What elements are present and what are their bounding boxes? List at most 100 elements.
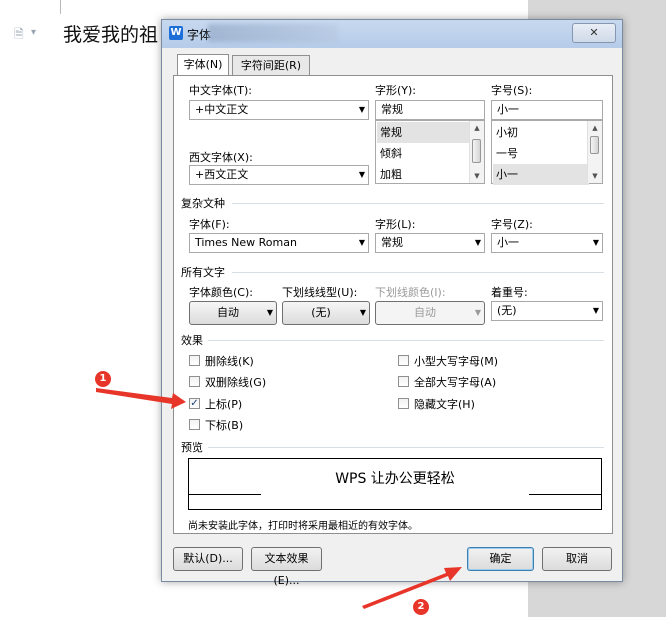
close-button[interactable]: ✕ — [572, 23, 616, 43]
preview-section-title: 预览 — [181, 441, 203, 454]
font-size-label: 字号(S): — [491, 84, 533, 97]
preview-baseline-left — [189, 494, 261, 495]
complex-size-value: 小一 — [497, 236, 519, 249]
font-color-label: 字体颜色(C): — [189, 286, 253, 299]
chevron-down-icon: ▼ — [474, 238, 481, 247]
font-size-input[interactable]: 小一 — [491, 100, 603, 120]
superscript-label[interactable]: 上标(P) — [205, 396, 242, 412]
font-color-value: 自动 — [217, 306, 239, 319]
all-caps-label[interactable]: 全部大写字母(A) — [414, 374, 496, 390]
cancel-button[interactable]: 取消 — [542, 547, 612, 571]
preview-note: 尚未安装此字体，打印时将采用最相近的有效字体。 — [188, 521, 418, 532]
complex-style-value: 常规 — [381, 236, 403, 249]
complex-size-select[interactable]: 小一 ▼ — [491, 233, 603, 253]
complex-size-label: 字号(Z): — [491, 218, 533, 231]
scroll-down-icon[interactable]: ▼ — [470, 169, 484, 183]
font-style-scrollbar[interactable]: ▲ ▼ — [469, 121, 484, 183]
chevron-down-icon: ▼ — [358, 105, 365, 114]
list-item[interactable]: 小初 — [493, 122, 589, 143]
underline-style-value: (无) — [311, 306, 331, 319]
complex-font-value: Times New Roman — [195, 236, 297, 249]
default-button[interactable]: 默认(D)... — [173, 547, 243, 571]
list-item[interactable]: 加粗 — [377, 164, 471, 185]
emphasis-select[interactable]: (无) ▼ — [491, 301, 603, 321]
scroll-thumb[interactable] — [590, 136, 599, 154]
preview-text: WPS 让办公更轻松 — [335, 471, 455, 487]
subscript-checkbox[interactable] — [189, 419, 200, 430]
emphasis-label: 着重号: — [491, 286, 528, 299]
section-divider — [232, 203, 604, 204]
document-icon[interactable]: 🗎 — [14, 27, 28, 41]
wps-logo-icon: W — [169, 26, 183, 40]
western-font-select[interactable]: +西文正文 ▼ — [189, 165, 369, 185]
section-divider — [232, 272, 604, 273]
small-caps-checkbox[interactable] — [398, 355, 409, 366]
chevron-down-icon: ▼ — [592, 238, 599, 247]
list-item[interactable]: 常规 — [377, 122, 471, 143]
scroll-up-icon[interactable]: ▲ — [588, 121, 602, 135]
section-divider — [208, 447, 604, 448]
hidden-text-checkbox[interactable] — [398, 398, 409, 409]
western-font-value: +西文正文 — [195, 168, 249, 181]
underline-color-label: 下划线颜色(I): — [375, 286, 446, 299]
scroll-up-icon[interactable]: ▲ — [470, 121, 484, 135]
ok-button[interactable]: 确定 — [467, 547, 534, 571]
tab-character-spacing[interactable]: 字符间距(R) — [232, 55, 310, 75]
double-strikethrough-label[interactable]: 双删除线(G) — [205, 374, 266, 390]
hidden-text-label[interactable]: 隐藏文字(H) — [414, 396, 475, 412]
chevron-down-icon: ▼ — [592, 306, 599, 315]
effects-section-title: 效果 — [181, 334, 203, 347]
scroll-thumb[interactable] — [472, 139, 481, 163]
preview-box: WPS 让办公更轻松 — [188, 458, 602, 510]
chevron-down-icon: ▼ — [358, 170, 365, 179]
small-caps-label[interactable]: 小型大写字母(M) — [414, 353, 498, 369]
font-color-select[interactable]: 自动 ▼ — [189, 301, 277, 325]
chevron-down-icon: ▼ — [358, 238, 365, 247]
underline-color-value: 自动 — [414, 306, 436, 319]
tab-font[interactable]: 字体(N) — [177, 54, 229, 76]
font-size-list[interactable]: 小初 一号 小一 ▲ ▼ — [491, 120, 603, 185]
chevron-down-icon: ▼ — [266, 308, 273, 317]
double-strikethrough-checkbox[interactable] — [189, 376, 200, 387]
annotation-marker-1: 1 — [95, 371, 111, 387]
section-divider — [208, 340, 604, 341]
annotation-marker-2: 2 — [413, 599, 429, 615]
chevron-down-icon: ▼ — [474, 308, 481, 317]
chevron-down-icon: ▼ — [359, 308, 366, 317]
font-style-label: 字形(Y): — [375, 84, 417, 97]
western-font-label: 西文字体(X): — [189, 151, 253, 164]
font-style-input[interactable]: 常规 — [375, 100, 485, 120]
subscript-label[interactable]: 下标(B) — [205, 417, 243, 433]
complex-font-label: 字体(F): — [189, 218, 230, 231]
underline-color-select: 自动 ▼ — [375, 301, 485, 325]
complex-style-label: 字形(L): — [375, 218, 416, 231]
underline-style-label: 下划线线型(U): — [282, 286, 358, 299]
complex-section-title: 复杂文种 — [181, 197, 225, 210]
list-item[interactable]: 小一 — [493, 164, 589, 185]
font-style-list[interactable]: 常规 倾斜 加粗 ▲ ▼ — [375, 120, 485, 184]
emphasis-value: (无) — [497, 304, 517, 317]
underline-style-select[interactable]: (无) ▼ — [282, 301, 370, 325]
document-margin-line — [60, 0, 61, 14]
strikethrough-checkbox[interactable] — [189, 355, 200, 366]
dialog-title-bar[interactable]: W 字体 ✕ — [162, 20, 622, 48]
all-caps-checkbox[interactable] — [398, 376, 409, 387]
list-item[interactable]: 一号 — [493, 143, 589, 164]
font-size-scrollbar[interactable]: ▲ ▼ — [587, 121, 602, 183]
document-text: 我爱我的祖 — [63, 24, 159, 46]
superscript-checkbox[interactable]: ✓ — [189, 398, 200, 409]
chinese-font-label: 中文字体(T): — [189, 84, 253, 97]
preview-baseline-right — [529, 494, 601, 495]
chevron-down-icon[interactable]: ▾ — [31, 27, 36, 38]
blurred-title-region — [208, 24, 338, 42]
chinese-font-value: +中文正文 — [195, 103, 249, 116]
list-item[interactable]: 倾斜 — [377, 143, 471, 164]
text-effect-button[interactable]: 文本效果(E)... — [251, 547, 322, 587]
strikethrough-label[interactable]: 删除线(K) — [205, 353, 254, 369]
complex-style-select[interactable]: 常规 ▼ — [375, 233, 485, 253]
chinese-font-select[interactable]: +中文正文 ▼ — [189, 100, 369, 120]
all-text-section-title: 所有文字 — [181, 266, 225, 279]
font-dialog: W 字体 ✕ 字体(N) 字符间距(R) 中文字体(T): +中文正文 ▼ 字形… — [161, 19, 623, 587]
scroll-down-icon[interactable]: ▼ — [588, 169, 602, 183]
complex-font-select[interactable]: Times New Roman ▼ — [189, 233, 369, 253]
